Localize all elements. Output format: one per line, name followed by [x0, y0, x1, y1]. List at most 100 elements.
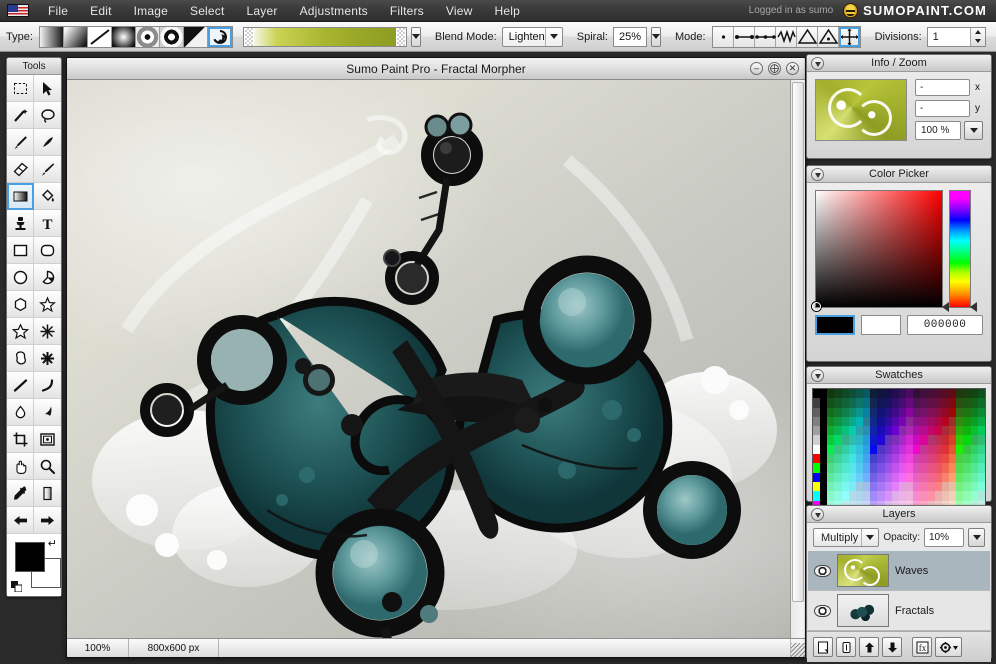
- menu-item-view[interactable]: View: [435, 2, 484, 20]
- swatch-cell[interactable]: [971, 398, 978, 407]
- spiral-dropdown-button[interactable]: [651, 27, 661, 47]
- swatch-cell[interactable]: [820, 482, 827, 491]
- swatch-cell[interactable]: [942, 463, 949, 472]
- swatch-cell[interactable]: [827, 435, 834, 444]
- swatch-cell[interactable]: [892, 454, 899, 463]
- swatch-cell[interactable]: [963, 408, 970, 417]
- swatch-cell[interactable]: [827, 408, 834, 417]
- swatch-cell[interactable]: [842, 473, 849, 482]
- swatch-cell[interactable]: [963, 463, 970, 472]
- navigator-thumbnail[interactable]: [815, 79, 907, 141]
- swatch-cell[interactable]: [935, 426, 942, 435]
- pie-shape-tool[interactable]: [34, 264, 61, 291]
- swatch-cell[interactable]: [834, 408, 841, 417]
- usa-flag-icon[interactable]: [7, 4, 29, 17]
- paint-bucket-tool[interactable]: [34, 183, 61, 210]
- swatch-cell[interactable]: [906, 463, 913, 472]
- swatch-cell[interactable]: [856, 426, 863, 435]
- swatch-cell[interactable]: [978, 398, 985, 407]
- swatch-cell[interactable]: [899, 398, 906, 407]
- swatch-cell[interactable]: [813, 473, 820, 482]
- swatch-cell[interactable]: [892, 389, 899, 398]
- gradient-dropdown-button[interactable]: [411, 27, 421, 47]
- swatch-cell[interactable]: [827, 417, 834, 426]
- swatch-cell[interactable]: [885, 445, 892, 454]
- swatch-cell[interactable]: [834, 398, 841, 407]
- swatch-cell[interactable]: [928, 454, 935, 463]
- swatch-cell[interactable]: [892, 408, 899, 417]
- swatch-cell[interactable]: [856, 408, 863, 417]
- menu-item-file[interactable]: File: [37, 2, 79, 20]
- swatch-cell[interactable]: [913, 389, 920, 398]
- swatch-cell[interactable]: [849, 435, 856, 444]
- swatch-cell[interactable]: [899, 482, 906, 491]
- swatch-cell[interactable]: [928, 482, 935, 491]
- linear-gradient-line-icon[interactable]: [88, 27, 112, 47]
- swatch-cell[interactable]: [820, 454, 827, 463]
- swatch-cell[interactable]: [913, 398, 920, 407]
- eye-icon[interactable]: [814, 565, 831, 577]
- ellipse-tool[interactable]: [7, 264, 34, 291]
- swatch-cell[interactable]: [870, 445, 877, 454]
- eyedropper-tool[interactable]: [7, 480, 34, 507]
- swatch-cell[interactable]: [870, 482, 877, 491]
- swatch-cell[interactable]: [971, 417, 978, 426]
- swatch-cell[interactable]: [863, 491, 870, 500]
- curve-tool[interactable]: [34, 372, 61, 399]
- swatch-cell[interactable]: [827, 482, 834, 491]
- blur-drop-tool[interactable]: [7, 399, 34, 426]
- swatch-cell[interactable]: [870, 417, 877, 426]
- move-layer-up-button[interactable]: [859, 637, 879, 657]
- swatch-cell[interactable]: [827, 473, 834, 482]
- swatch-cell[interactable]: [978, 463, 985, 472]
- spiral-gradient-icon[interactable]: [208, 27, 232, 47]
- swatch-cell[interactable]: [820, 473, 827, 482]
- swatch-cell[interactable]: [971, 408, 978, 417]
- swatch-cell[interactable]: [827, 491, 834, 500]
- swatch-cell[interactable]: [906, 435, 913, 444]
- swatch-cell[interactable]: [870, 408, 877, 417]
- swatch-cell[interactable]: [856, 398, 863, 407]
- swatch-cell[interactable]: [834, 473, 841, 482]
- eye-icon[interactable]: [814, 605, 831, 617]
- swatch-cell[interactable]: [935, 435, 942, 444]
- radial-soft-icon[interactable]: [112, 27, 136, 47]
- swatch-cell[interactable]: [949, 491, 956, 500]
- swatch-cell[interactable]: [877, 454, 884, 463]
- minimize-button[interactable]: –: [750, 62, 763, 75]
- move-tool[interactable]: [34, 75, 61, 102]
- swatch-cell[interactable]: [842, 417, 849, 426]
- dashed-line-mode-icon[interactable]: [755, 27, 776, 47]
- swatch-cell[interactable]: [863, 398, 870, 407]
- swatch-cell[interactable]: [935, 408, 942, 417]
- layer-settings-button[interactable]: [935, 637, 962, 657]
- swatch-cell[interactable]: [935, 454, 942, 463]
- swatch-cell[interactable]: [928, 389, 935, 398]
- swatch-cell[interactable]: [863, 454, 870, 463]
- swatch-cell[interactable]: [920, 426, 927, 435]
- swatch-cell[interactable]: [842, 408, 849, 417]
- swatch-cell[interactable]: [963, 445, 970, 454]
- swatch-cell[interactable]: [863, 473, 870, 482]
- swatch-cell[interactable]: [906, 426, 913, 435]
- swatch-cell[interactable]: [963, 417, 970, 426]
- zoom-dropdown-button[interactable]: [964, 121, 983, 140]
- swatch-cell[interactable]: [949, 445, 956, 454]
- opacity-dropdown-button[interactable]: [968, 528, 985, 547]
- swatch-cell[interactable]: [885, 435, 892, 444]
- swatch-cell[interactable]: [877, 389, 884, 398]
- swatch-cell[interactable]: [956, 435, 963, 444]
- swatch-cell[interactable]: [813, 389, 820, 398]
- swatch-cell[interactable]: [863, 426, 870, 435]
- swatch-cell[interactable]: [935, 398, 942, 407]
- swatch-cell[interactable]: [820, 426, 827, 435]
- angle-gradient-icon[interactable]: [184, 27, 208, 47]
- swatch-cell[interactable]: [885, 454, 892, 463]
- swatch-cell[interactable]: [956, 463, 963, 472]
- polygon-tool[interactable]: [7, 291, 34, 318]
- swatch-cell[interactable]: [942, 473, 949, 482]
- swatch-cell[interactable]: [877, 491, 884, 500]
- swatch-cell[interactable]: [928, 426, 935, 435]
- swatch-cell[interactable]: [949, 417, 956, 426]
- swatch-cell[interactable]: [856, 417, 863, 426]
